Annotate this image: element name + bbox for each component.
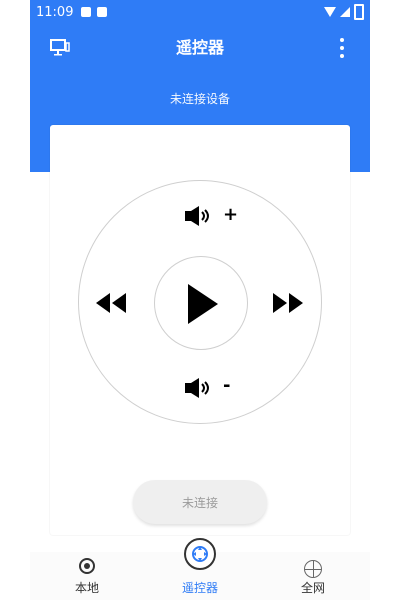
volume-up-icon	[185, 206, 209, 226]
globe-icon	[304, 560, 322, 578]
nav-network[interactable]: 全网	[268, 552, 358, 600]
nav-remote-label: 遥控器	[181, 581, 218, 595]
fast-forward-icon	[273, 293, 303, 313]
device-status: 未连接设备	[169, 92, 230, 106]
more-menu-button[interactable]	[332, 38, 352, 58]
volume-up-sign: +	[223, 204, 239, 225]
volume-up-button[interactable]: +	[185, 204, 255, 229]
page-title: 遥控器	[175, 38, 224, 57]
more-dot-icon	[340, 46, 344, 50]
status-time: 11:09	[36, 4, 74, 20]
notification-icon	[97, 7, 108, 17]
nav-local[interactable]: 本地	[42, 552, 132, 600]
status-bar: 11:09	[30, 0, 370, 24]
fast-forward-button[interactable]	[271, 291, 305, 315]
volume-down-button[interactable]: -	[185, 375, 255, 401]
nav-network-label: 全网	[300, 581, 325, 595]
volume-down-sign: -	[223, 375, 231, 396]
local-icon	[79, 558, 95, 574]
photo-icon	[81, 7, 92, 17]
bottom-navigation: 本地 遥控器 全网	[30, 538, 370, 600]
remote-dpad: + -	[78, 180, 322, 424]
nav-local-label: 本地	[74, 581, 99, 595]
more-dot-icon	[340, 38, 344, 42]
more-dot-icon	[340, 54, 344, 58]
nav-remote[interactable]: 遥控器	[155, 538, 245, 600]
rewind-button[interactable]	[94, 291, 128, 315]
battery-icon	[354, 4, 364, 20]
play-icon	[188, 284, 218, 324]
remote-control-icon	[184, 538, 216, 570]
play-button-container[interactable]	[154, 256, 248, 350]
signal-icon	[340, 7, 350, 17]
status-icons	[324, 4, 364, 20]
wifi-icon	[324, 7, 336, 17]
remote-card: + - 未连接	[50, 125, 350, 535]
rewind-icon	[96, 293, 126, 313]
volume-down-icon	[185, 378, 209, 398]
connect-button[interactable]: 未连接	[133, 480, 267, 524]
